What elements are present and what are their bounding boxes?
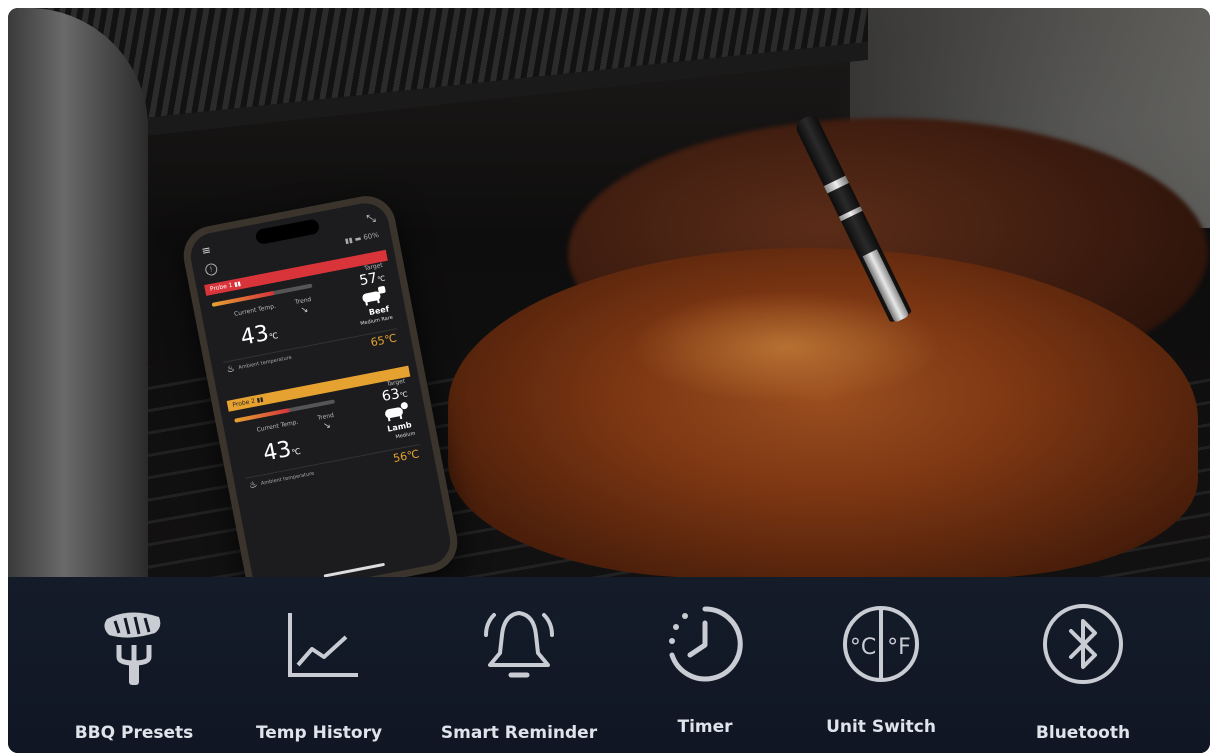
feature-timer: Timer bbox=[615, 577, 795, 753]
menu-icon[interactable]: ≡ bbox=[200, 243, 212, 258]
product-banner: ≡ ⤡ ! ▮▮ ▬ 60% Probe 1 ▮▮ Target 57℃ Cur… bbox=[8, 8, 1210, 753]
doneness: Medium Rare bbox=[359, 314, 394, 327]
feature-label: Timer bbox=[677, 717, 733, 737]
current-label: Current Temp. bbox=[256, 418, 300, 434]
feature-bluetooth: Bluetooth bbox=[993, 577, 1173, 753]
current-temp: 43℃ bbox=[261, 436, 302, 467]
feature-unit-switch: °C °F Unit Switch bbox=[791, 577, 971, 753]
cow-icon bbox=[359, 285, 388, 307]
feature-bbq-presets: BBQ Presets bbox=[44, 577, 224, 753]
current-temp: 43℃ bbox=[238, 320, 279, 351]
svg-text:°F: °F bbox=[887, 635, 911, 660]
ambient-value: 65℃ bbox=[369, 331, 398, 350]
grill-photo: ≡ ⤡ ! ▮▮ ▬ 60% Probe 1 ▮▮ Target 57℃ Cur… bbox=[8, 8, 1210, 577]
doneness: Medium bbox=[395, 430, 416, 441]
line-chart-icon bbox=[288, 613, 358, 677]
ambient-value: 56℃ bbox=[392, 447, 421, 466]
bell-icon bbox=[484, 611, 554, 678]
flame-icon: ♨ bbox=[225, 363, 236, 376]
grill-side-wall bbox=[8, 8, 148, 577]
current-label: Current Temp. bbox=[233, 302, 277, 318]
flame-icon: ♨ bbox=[248, 479, 259, 492]
grill-lid bbox=[48, 8, 868, 146]
ambient-label: Ambient temperature bbox=[238, 354, 293, 372]
collapse-icon[interactable]: ⤡ bbox=[366, 211, 377, 226]
celsius-fahrenheit-icon: °C °F bbox=[843, 606, 919, 682]
feature-label: Bluetooth bbox=[1035, 723, 1131, 743]
feature-label: Unit Switch bbox=[826, 717, 936, 737]
feature-temp-history: Temp History bbox=[229, 577, 409, 753]
feature-smart-reminder: Smart Reminder bbox=[429, 577, 609, 753]
grill-steak-icon bbox=[104, 612, 161, 685]
ambient-label: Ambient temperature bbox=[260, 470, 315, 487]
trend-arrow-icon: ↘ bbox=[322, 420, 332, 432]
feature-bar: BBQ Presets Temp History Smart Reminder bbox=[8, 577, 1210, 753]
feature-label: BBQ Presets bbox=[74, 723, 194, 743]
bluetooth-icon bbox=[1043, 604, 1123, 684]
feature-label: Smart Reminder bbox=[440, 723, 598, 743]
clock-timer-icon bbox=[669, 606, 743, 682]
feature-label: Temp History bbox=[255, 723, 383, 743]
info-icon[interactable]: ! bbox=[204, 262, 219, 277]
home-indicator bbox=[323, 562, 386, 577]
trend-arrow-icon: ↘ bbox=[299, 304, 310, 317]
probe-card-2[interactable]: Probe 2 ▮▮ Target 63℃ Current Temp. Tren… bbox=[226, 365, 429, 507]
sheep-icon bbox=[382, 401, 411, 423]
svg-text:°C: °C bbox=[850, 635, 876, 660]
